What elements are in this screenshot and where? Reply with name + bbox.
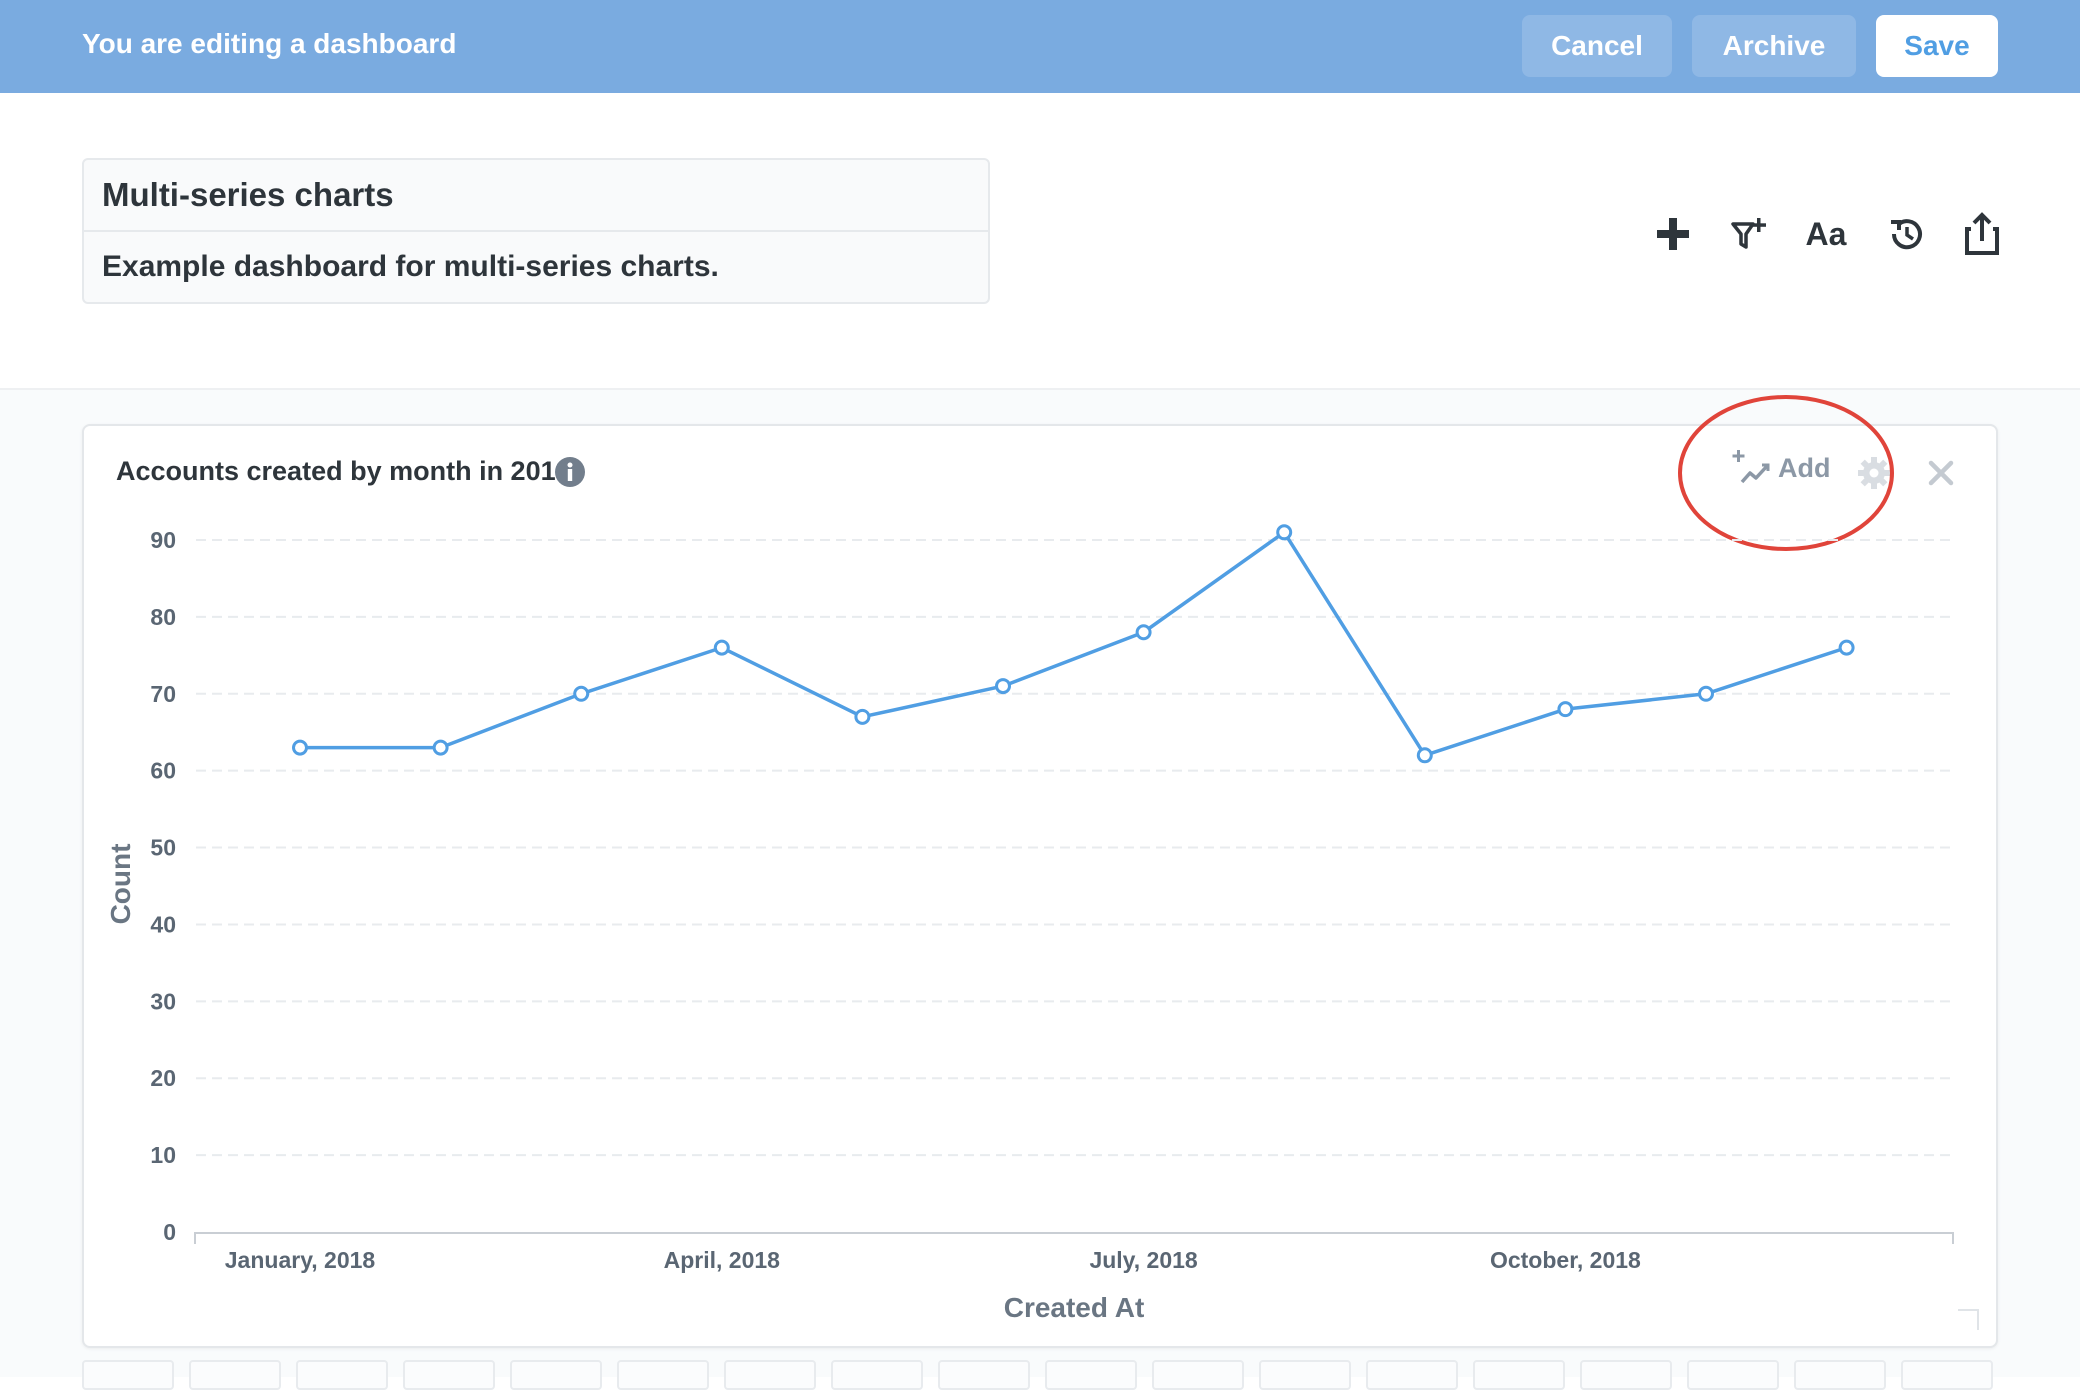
series-line — [300, 530, 1848, 758]
data-point[interactable] — [1698, 685, 1714, 702]
y-tick-label: 60 — [150, 758, 176, 784]
x-axis-title: Created At — [1004, 1292, 1145, 1323]
x-tick-label: October, 2018 — [1490, 1247, 1641, 1273]
grid-placeholder-tile — [1045, 1360, 1137, 1390]
grid-placeholder-tile — [1580, 1360, 1672, 1390]
grid-placeholder-tile — [617, 1360, 709, 1390]
resize-handle-icon[interactable] — [1958, 1309, 1979, 1330]
y-tick-label: 0 — [163, 1219, 176, 1245]
data-point[interactable] — [292, 739, 308, 756]
y-tick-label: 50 — [150, 835, 176, 861]
data-point[interactable] — [1557, 701, 1574, 718]
grid-placeholder-tile — [1259, 1360, 1351, 1390]
data-point[interactable] — [1416, 747, 1433, 764]
grid-placeholder-tile — [296, 1360, 388, 1390]
x-tick-label: April, 2018 — [664, 1247, 781, 1273]
grid-placeholder-tile — [1152, 1360, 1244, 1390]
grid-placeholder-tile — [1473, 1360, 1565, 1390]
x-tick-label: July, 2018 — [1089, 1247, 1197, 1273]
grid-placeholder-tile — [831, 1360, 923, 1390]
y-tick-label: 80 — [150, 604, 176, 630]
grid-placeholder-tile — [1794, 1360, 1886, 1390]
data-point[interactable] — [1135, 624, 1152, 641]
data-point[interactable] — [573, 685, 590, 702]
grid-placeholder-tile — [1901, 1360, 1993, 1390]
y-tick-label: 10 — [150, 1142, 176, 1168]
y-axis-title: Count — [105, 844, 136, 925]
grid-placeholder-tile — [938, 1360, 1030, 1390]
data-point[interactable] — [995, 678, 1011, 695]
data-point[interactable] — [1838, 639, 1855, 656]
grid-placeholder-tile — [189, 1360, 281, 1390]
data-point[interactable] — [432, 739, 449, 756]
grid-placeholder-row — [82, 1360, 1998, 1390]
grid-placeholder-tile — [510, 1360, 602, 1390]
grid-placeholder-tile — [82, 1360, 174, 1390]
y-tick-label: 20 — [150, 1065, 176, 1091]
y-tick-label: 90 — [150, 527, 176, 553]
grid-placeholder-tile — [1366, 1360, 1458, 1390]
grid-placeholder-tile — [1687, 1360, 1779, 1390]
grid-placeholder-tile — [403, 1360, 495, 1390]
line-chart: Count Created At 0 10 20 30 40 50 60 70 80 90 Janu… — [105, 524, 1979, 1330]
y-tick-label: 70 — [150, 681, 176, 707]
data-point[interactable] — [713, 639, 730, 656]
y-tick-label: 30 — [150, 988, 176, 1014]
x-tick-label: January, 2018 — [225, 1247, 376, 1273]
y-tick-label: 40 — [150, 911, 176, 937]
data-point[interactable] — [1276, 524, 1293, 541]
grid-placeholder-tile — [724, 1360, 816, 1390]
data-point[interactable] — [854, 708, 871, 725]
